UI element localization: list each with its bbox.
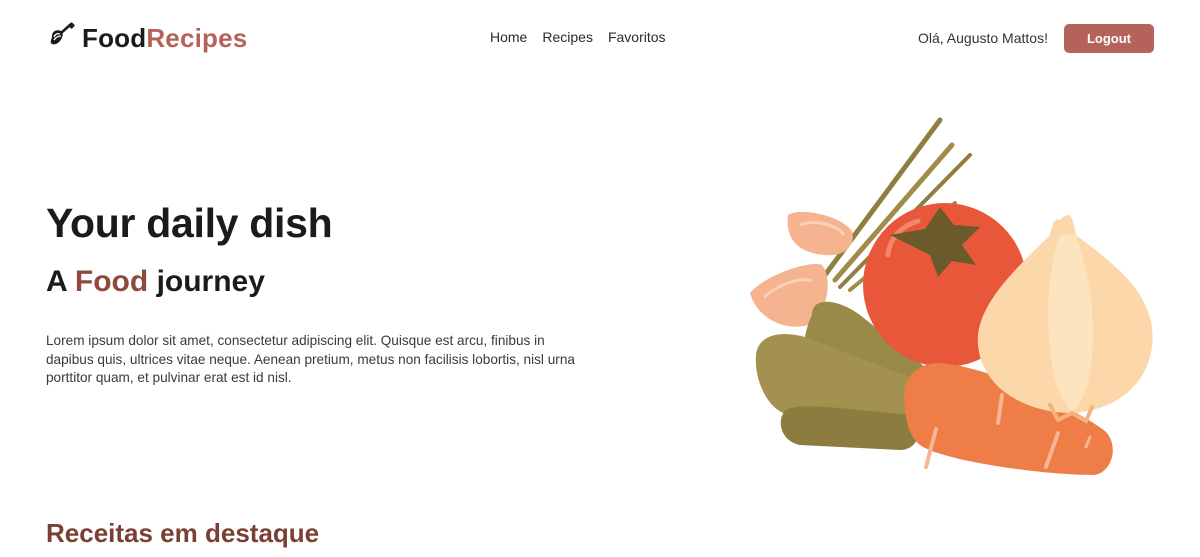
hero-subtitle-prefix: A	[46, 265, 67, 298]
whisk-icon	[50, 22, 75, 45]
nav-link-recipes[interactable]: Recipes	[542, 29, 593, 45]
hero-subtitle-accent: Food	[74, 265, 149, 298]
nav-link-favoritos[interactable]: Favoritos	[608, 29, 666, 45]
hero-title: Your daily dish	[46, 200, 333, 246]
brand-name-part1: Food	[82, 22, 147, 53]
brand-name: FoodRecipes	[82, 23, 247, 54]
nav-link-home[interactable]: Home	[490, 29, 527, 45]
user-greeting: Olá, Augusto Mattos!	[918, 30, 1048, 46]
hero-subtitle-suffix: journey	[156, 265, 265, 298]
vegetables-illustration	[750, 117, 1153, 475]
featured-section-title: Receitas em destaque	[46, 518, 320, 548]
navbar: FoodRecipes Home Recipes Favoritos Olá, …	[0, 0, 1200, 78]
hero-subtitle: A Food journey	[46, 265, 265, 299]
main-nav: Home Recipes Favoritos	[490, 29, 666, 45]
logout-button[interactable]: Logout	[1064, 24, 1154, 53]
brand-name-part2: Recipes	[146, 22, 248, 53]
hero-description: Lorem ipsum dolor sit amet, consectetur …	[46, 333, 575, 385]
brand-logo[interactable]: FoodRecipes	[46, 18, 247, 58]
